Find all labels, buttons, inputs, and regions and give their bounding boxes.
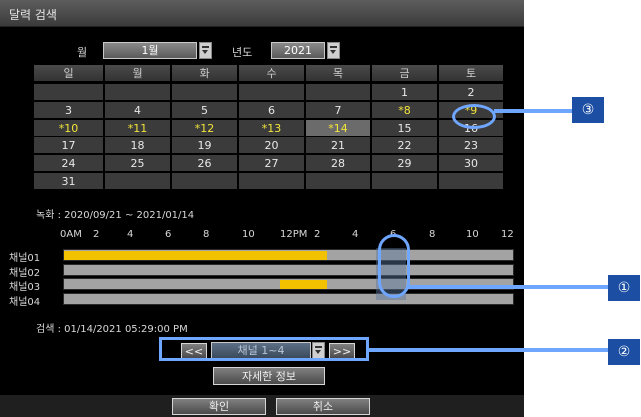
weekday-header: 금 [371, 64, 438, 82]
timeline-hour-label: 10 [466, 229, 479, 240]
calendar-day-cell[interactable]: 31 [33, 172, 104, 190]
callout-rect-2 [159, 337, 369, 361]
record-range-text: 녹화 : 2020/09/21 ~ 2021/01/14 [36, 210, 195, 221]
calendar-day-cell [305, 83, 371, 101]
calendar-day-cell[interactable]: *14 [305, 118, 371, 137]
callout-badge-1: ① [608, 275, 640, 301]
calendar-day-cell [438, 172, 504, 190]
callout-badge-3: ③ [572, 97, 604, 123]
callout-leader-2 [367, 348, 609, 352]
ok-button[interactable]: 확인 [172, 398, 266, 415]
cancel-button[interactable]: 취소 [276, 398, 370, 415]
timeline-hour-label: 4 [352, 229, 359, 240]
month-select[interactable]: 1월 [103, 42, 197, 59]
calendar-day-cell[interactable]: 3 [33, 100, 104, 119]
month-dropdown-icon[interactable] [199, 42, 212, 59]
calendar-day-cell[interactable]: 20 [238, 136, 305, 155]
calendar-day-cell[interactable]: 7 [305, 100, 371, 119]
calendar-day-cell [238, 172, 305, 190]
weekday-header: 수 [238, 64, 305, 82]
weekday-header: 화 [171, 64, 238, 82]
weekday-header: 목 [305, 64, 371, 82]
channel-label: 채널01 [9, 253, 41, 264]
calendar-day-cell[interactable]: 15 [371, 118, 438, 137]
search-time-text: 검색 : 01/14/2021 05:29:00 PM [36, 324, 188, 335]
month-label: 월 [77, 46, 88, 59]
calendar-day-cell [171, 83, 238, 101]
calendar-day-cell [104, 83, 171, 101]
calendar-day-cell[interactable]: *8 [371, 100, 438, 119]
calendar-day-cell[interactable]: 17 [33, 136, 104, 155]
calendar-day-cell [238, 83, 305, 101]
calendar-day-cell[interactable]: *12 [171, 118, 238, 137]
year-label: 년도 [232, 46, 253, 59]
calendar-day-cell[interactable]: *11 [104, 118, 171, 137]
calendar-day-cell[interactable]: 2 [438, 83, 504, 101]
calendar-day-cell[interactable]: 6 [238, 100, 305, 119]
calendar-day-cell [305, 172, 371, 190]
calendar-day-cell[interactable]: 28 [305, 154, 371, 173]
detail-info-button[interactable]: 자세한 정보 [213, 367, 325, 385]
timeline-hour-label: 6 [165, 229, 172, 240]
calendar-day-cell[interactable]: 18 [104, 136, 171, 155]
weekday-header: 토 [438, 64, 504, 82]
calendar-day-cell[interactable]: *13 [238, 118, 305, 137]
calendar-day-cell[interactable]: 5 [171, 100, 238, 119]
calendar-day-cell [33, 83, 104, 101]
year-dropdown-icon[interactable] [327, 42, 340, 59]
timeline-hour-label: 4 [127, 229, 134, 240]
timeline-hour-label: 8 [203, 229, 210, 240]
timeline-hour-label: 0AM [60, 229, 82, 240]
calendar-day-cell[interactable]: 22 [371, 136, 438, 155]
calendar-day-cell[interactable]: 1 [371, 83, 438, 101]
channel-track[interactable] [63, 263, 514, 276]
channel-label: 채널03 [9, 282, 41, 293]
recording-segment [280, 280, 328, 289]
calendar-day-cell[interactable]: 26 [171, 154, 238, 173]
callout-leader-3 [494, 109, 572, 113]
timeline-hour-label: 2 [314, 229, 321, 240]
channel-label: 채널04 [9, 296, 41, 308]
timeline-hour-label: 2 [93, 229, 100, 240]
calendar-day-cell[interactable]: 29 [371, 154, 438, 173]
calendar-day-cell[interactable]: *10 [33, 118, 104, 137]
weekday-header: 월 [104, 64, 171, 82]
callout-badge-2: ② [608, 339, 640, 365]
channel-track[interactable] [63, 292, 514, 305]
calendar-day-cell[interactable]: 27 [238, 154, 305, 173]
callout-ring-3 [452, 104, 496, 129]
channel-label: 채널02 [9, 267, 41, 279]
timeline-hour-label: 8 [429, 229, 436, 240]
calendar-day-cell[interactable]: 24 [33, 154, 104, 173]
calendar-day-cell [371, 172, 438, 190]
recording-segment [64, 251, 328, 260]
callout-leader-1 [408, 285, 608, 289]
calendar-day-cell[interactable]: 25 [104, 154, 171, 173]
calendar-day-cell [104, 172, 171, 190]
calendar-day-cell[interactable]: 19 [171, 136, 238, 155]
calendar-day-cell[interactable]: 4 [104, 100, 171, 119]
timeline-hour-label: 12 [501, 229, 514, 240]
calendar-day-cell[interactable]: 21 [305, 136, 371, 155]
window-title: 달력 검색 [9, 8, 57, 22]
timeline-hour-label: 10 [242, 229, 255, 240]
calendar-day-cell [171, 172, 238, 190]
year-select[interactable]: 2021 [271, 42, 325, 59]
callout-ring-1 [378, 234, 410, 298]
calendar-day-cell[interactable]: 30 [438, 154, 504, 173]
title-bar: 달력 검색 [0, 0, 524, 27]
channel-track[interactable] [63, 249, 514, 261]
timeline-hour-label: 12PM [280, 229, 308, 240]
weekday-header: 일 [33, 64, 104, 82]
calendar-day-cell[interactable]: 23 [438, 136, 504, 155]
